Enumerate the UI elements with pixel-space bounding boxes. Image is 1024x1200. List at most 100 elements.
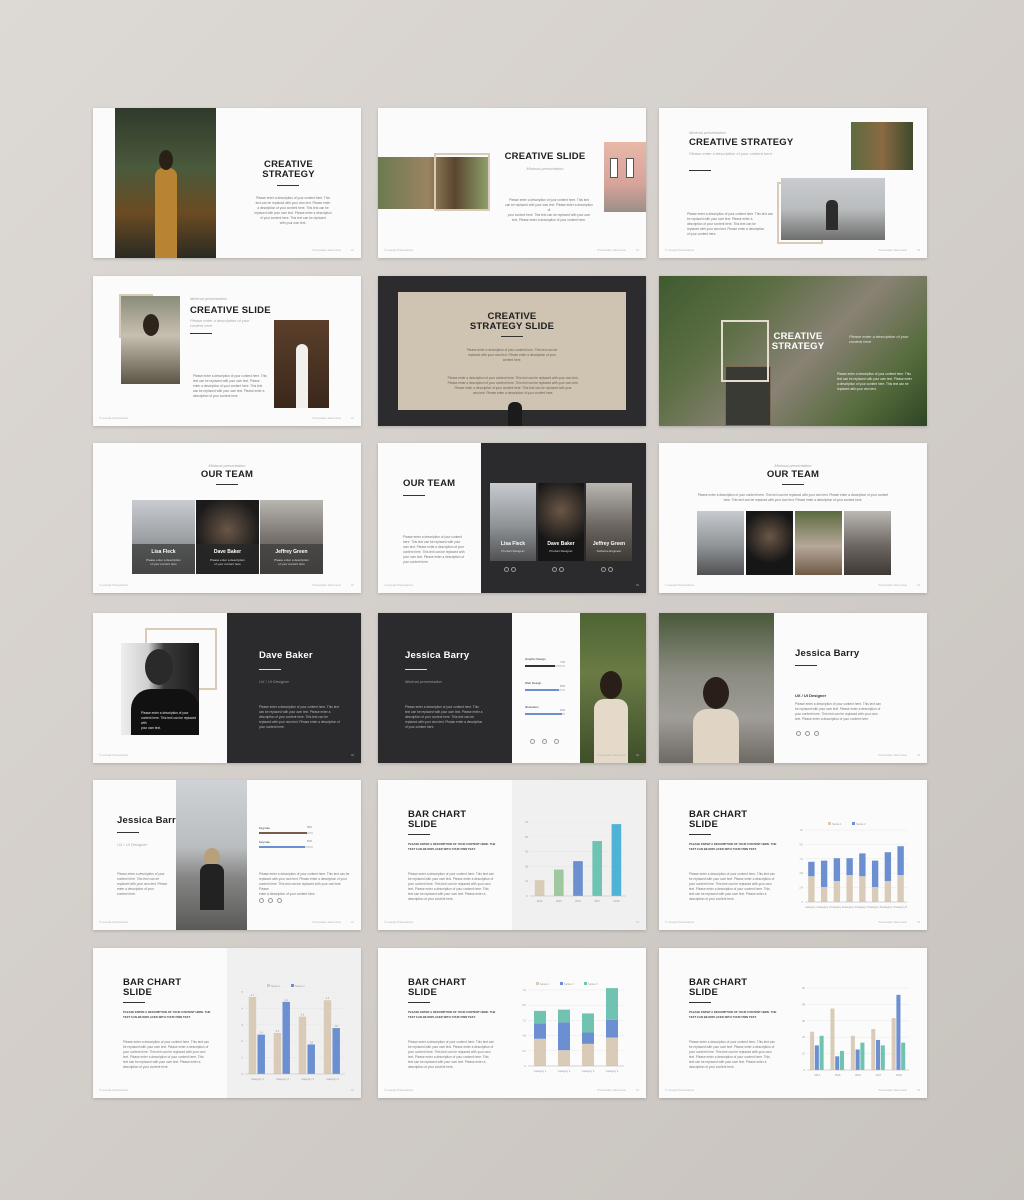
slide-creative-strategy-ivy[interactable]: CREATIVE STRATEGY Please enter a descrip…: [659, 276, 927, 426]
team-card-dave[interactable]: Dave Baker Product Designer: [538, 483, 584, 561]
slide-creative-strategy-2[interactable]: Minimal presentation CREATIVE STRATEGY P…: [659, 108, 927, 258]
social-icon[interactable]: [530, 739, 535, 744]
legend-label: Series 2: [856, 822, 866, 826]
social-icon[interactable]: [559, 567, 564, 572]
title-rule: [689, 834, 711, 835]
bar: [880, 1045, 885, 1070]
social-icon[interactable]: [601, 567, 606, 572]
legend-label: Series 3: [588, 982, 598, 986]
y-tick-label: 2: [242, 1039, 244, 1043]
y-tick-label: 3: [242, 1023, 244, 1027]
data-label: 2.8: [334, 1024, 338, 1028]
slide-body: Please enter a description of your conte…: [259, 705, 340, 729]
y-tick-label: 12: [802, 1052, 805, 1056]
slide-dave-baker[interactable]: Please enter a description of your conte…: [93, 613, 361, 763]
slide-our-team-2[interactable]: OUR TEAM Please enter a description of y…: [378, 443, 646, 593]
slide-title: CREATIVE STRATEGY: [689, 137, 794, 148]
social-icon[interactable]: [268, 898, 273, 903]
slide-our-team-3[interactable]: Minimal presentation OUR TEAM Please ent…: [659, 443, 927, 593]
slide-subtitle-top: Minimal presentation: [689, 130, 726, 135]
bar: [896, 994, 901, 1070]
slide-title: CREATIVE STRATEGY: [262, 159, 315, 180]
legend-swatch: [560, 982, 563, 985]
slide-bar-chart-4[interactable]: BAR CHART SLIDE PLEASE ENTER A DESCRIPTI…: [378, 948, 646, 1098]
slide-title: OUR TEAM: [766, 469, 820, 480]
skill-value: 92%: [560, 709, 566, 712]
social-icon[interactable]: [805, 731, 810, 736]
footer-left: © example Presentations: [665, 921, 695, 924]
slide-bar-chart-1[interactable]: BAR CHART SLIDE PLEASE ENTER A DESCRIPTI…: [378, 780, 646, 930]
slide-creative-slide-2[interactable]: Minimal presentation CREATIVE SLIDE Plea…: [93, 276, 361, 426]
slide-our-team-1[interactable]: Minimal presentation OUR TEAM Lisa Fleck…: [93, 443, 361, 593]
photo-window-plants: [851, 122, 913, 170]
skill-label: Graphic Design: [525, 657, 546, 661]
social-icon[interactable]: [608, 567, 613, 572]
team-photo-jessica: [795, 511, 842, 575]
team-photo-lisa: [697, 511, 744, 575]
skill-fill: [259, 846, 306, 848]
social-icon[interactable]: [542, 739, 547, 744]
bar: [298, 1016, 307, 1074]
slide-subtitle: UX / UI Designer: [259, 679, 290, 684]
slide-jessica-barry-skills[interactable]: Jessica Barry Minimal presentation Pleas…: [378, 613, 646, 763]
bar: [323, 1000, 332, 1074]
team-card-jeffrey[interactable]: Jeffrey Green Please enter a description…: [260, 500, 323, 574]
slide-bar-chart-2[interactable]: BAR CHART SLIDE PLEASE ENTER A DESCRIPTI…: [659, 780, 927, 930]
x-tick-label: 2017: [876, 1073, 882, 1077]
slide-body: Please enter a description of your conte…: [687, 212, 773, 236]
social-icon[interactable]: [552, 567, 557, 572]
team-card-lisa[interactable]: Lisa Fleck Please enter a description of…: [132, 500, 195, 574]
social-icon[interactable]: [511, 567, 516, 572]
slide-bar-chart-5[interactable]: BAR CHART SLIDE PLEASE ENTER A DESCRIPTI…: [659, 948, 927, 1098]
slide-creative-strategy-dark[interactable]: CREATIVE STRATEGY SLIDE Please enter a d…: [378, 276, 646, 426]
y-tick-label: 56: [525, 835, 528, 839]
social-icon[interactable]: [504, 567, 509, 572]
slide-jessica-barry-profile[interactable]: Jessica Barry UX / UI Designer Please en…: [659, 613, 927, 763]
social-icon[interactable]: [259, 898, 264, 903]
team-card-lisa[interactable]: Lisa Fleck Product Designer: [490, 483, 536, 561]
bar-segment: [820, 860, 828, 887]
team-card-dave[interactable]: Dave Baker Please enter a description of…: [196, 500, 259, 574]
photo-jessica-ivy: [580, 613, 646, 763]
legend-swatch: [828, 822, 831, 825]
slide-bar-chart-3[interactable]: BAR CHART SLIDE PLEASE ENTER A DESCRIPTI…: [93, 948, 361, 1098]
y-tick-label: 70: [525, 820, 528, 824]
x-tick-label: Category 6: [869, 905, 882, 909]
footer-left: © example Presentations: [665, 249, 695, 252]
social-icon[interactable]: [277, 898, 282, 903]
y-tick-label: 36: [802, 1019, 805, 1023]
bar-segment: [534, 1023, 546, 1039]
social-icon[interactable]: [554, 739, 559, 744]
photo-jessica-road: [176, 780, 247, 930]
team-card-jeffrey[interactable]: Jeffrey Green Software Engineer: [586, 483, 632, 561]
slide-subtitle: Please enter a description of your conte…: [689, 151, 772, 156]
member-desc: Please enter a description of your conte…: [146, 558, 181, 566]
social-icon[interactable]: [796, 731, 801, 736]
slide-jessica-barry-road[interactable]: Jessica Barry UX / UI Designer Please en…: [93, 780, 361, 930]
page-number: 01: [636, 249, 639, 252]
bar-segment: [833, 858, 841, 881]
slide-subtitle: Minimal presentation: [526, 166, 564, 171]
slide-body: Please enter a description of your conte…: [123, 1040, 209, 1069]
footer-left: © example Presentations: [384, 249, 414, 252]
photo-woman-white-dress: [274, 320, 329, 408]
footer-right: Presentation Name Here: [878, 249, 907, 252]
page-number: 01: [917, 921, 920, 924]
slide-body: Please enter a description of your conte…: [405, 705, 483, 729]
y-tick-label: 4: [242, 1006, 244, 1010]
slide-subtitle: UX / UI Designer: [117, 842, 148, 847]
photo-jessica-portrait: [659, 613, 774, 763]
y-tick-label: 4.8: [799, 871, 803, 875]
x-tick-label: Category 1: [805, 905, 818, 909]
slide-creative-strategy-1[interactable]: CREATIVE STRATEGY Please enter a descrip…: [93, 108, 361, 258]
footer-left: © example Presentations: [99, 1089, 129, 1092]
slide-body: Please enter a description of your conte…: [837, 372, 912, 391]
y-tick-label: 12: [523, 988, 526, 992]
social-icon[interactable]: [814, 731, 819, 736]
slide-subtitle: UX / UI Designer: [795, 693, 827, 698]
bar: [534, 880, 545, 896]
legend-swatch: [584, 982, 587, 985]
slide-caps: PLEASE ENTER A DESCRIPTION OF YOUR CONTE…: [123, 1010, 211, 1019]
slide-creative-slide-1[interactable]: CREATIVE SLIDE Minimal presentation Plea…: [378, 108, 646, 258]
bar: [332, 1028, 340, 1074]
